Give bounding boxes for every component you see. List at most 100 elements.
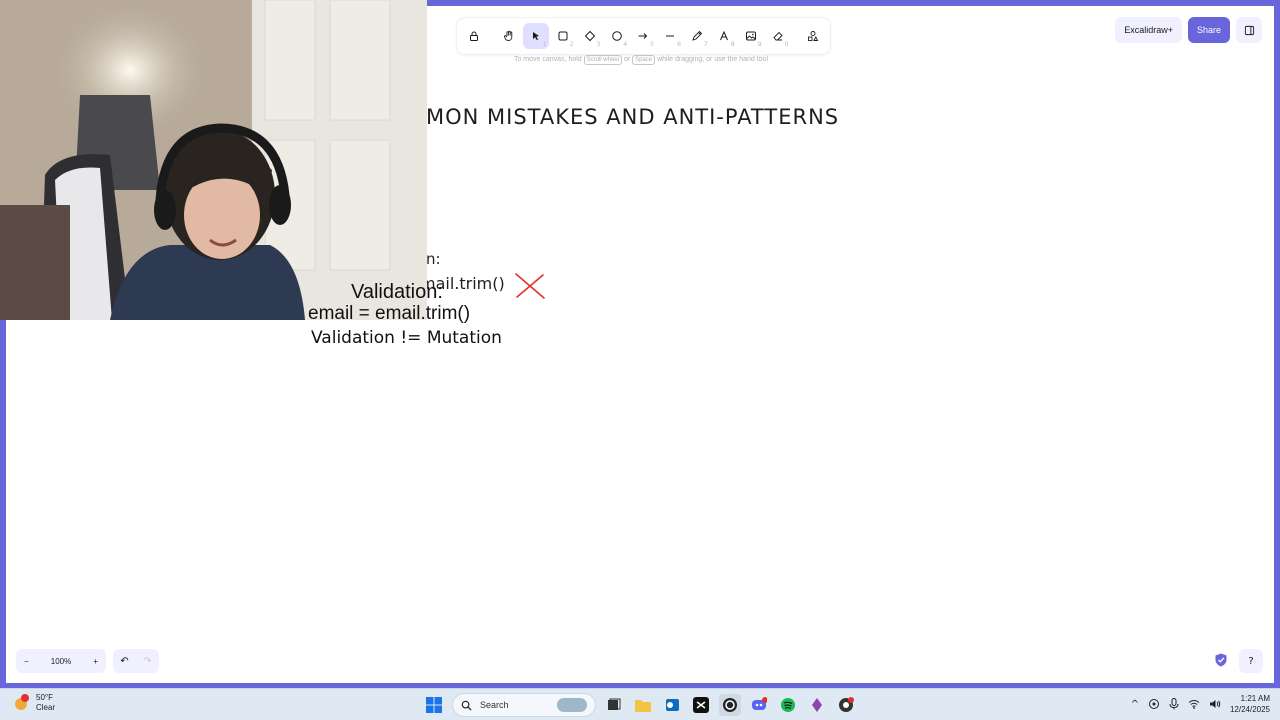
arrow-tool-button[interactable]: 5 bbox=[631, 23, 656, 49]
line-icon bbox=[666, 35, 675, 37]
zoom-in-button[interactable]: + bbox=[93, 657, 98, 666]
windows-taskbar: 50°F Clear Search ^ 1:21 AM 12/24/2025 bbox=[0, 688, 1280, 720]
diamond-tool-button[interactable]: 3 bbox=[577, 23, 602, 49]
pencil-icon bbox=[692, 30, 703, 41]
system-clock[interactable]: 1:21 AM 12/24/2025 bbox=[1230, 693, 1270, 715]
tray-app-icon[interactable] bbox=[1148, 698, 1160, 710]
validation-rule-text[interactable]: Validation != Mutation bbox=[311, 328, 502, 348]
diamond-icon bbox=[584, 30, 595, 42]
validation-label[interactable]: Validation: bbox=[351, 281, 443, 304]
obs-icon bbox=[723, 698, 737, 712]
volume-icon[interactable] bbox=[1209, 698, 1221, 710]
shield-icon[interactable] bbox=[1213, 652, 1229, 668]
zoom-out-button[interactable]: − bbox=[24, 657, 29, 666]
extra-tools-button[interactable] bbox=[800, 23, 825, 49]
capcut-button[interactable] bbox=[690, 694, 712, 716]
eraser-tool-button[interactable]: 0 bbox=[765, 23, 790, 49]
lock-tool-button[interactable] bbox=[462, 23, 487, 49]
webcam-feed-image bbox=[0, 0, 427, 320]
clock-time: 1:21 AM bbox=[1240, 694, 1270, 703]
hint-key: Space bbox=[632, 55, 656, 65]
rectangle-tool-button[interactable]: 2 bbox=[550, 23, 575, 49]
spotify-icon bbox=[781, 698, 795, 712]
line-tool-button[interactable]: 6 bbox=[658, 23, 683, 49]
hint-text: while dragging, or use the hand tool bbox=[657, 56, 769, 63]
share-button[interactable]: Share bbox=[1187, 17, 1230, 43]
image-tool-button[interactable]: 9 bbox=[738, 23, 763, 49]
microphone-icon[interactable] bbox=[1169, 698, 1179, 710]
task-view-button[interactable] bbox=[603, 694, 625, 716]
ellipse-icon bbox=[611, 31, 622, 41]
tool-shortcut: 3 bbox=[596, 41, 601, 48]
search-icon bbox=[461, 700, 472, 711]
cross-mark-icon[interactable] bbox=[513, 272, 547, 300]
canvas-hint: To move canvas, hold Scroll wheel or Spa… bbox=[451, 55, 831, 65]
chrome-button[interactable] bbox=[835, 694, 857, 716]
search-label: Search bbox=[480, 700, 509, 710]
arrow-icon bbox=[638, 33, 648, 39]
pointer-icon bbox=[532, 32, 539, 41]
file-explorer-button[interactable] bbox=[632, 694, 654, 716]
tool-shortcut: 7 bbox=[704, 41, 708, 48]
chrome-icon bbox=[839, 697, 854, 712]
taskbar-apps: Search bbox=[423, 693, 857, 717]
eraser-icon bbox=[773, 31, 783, 41]
outlook-button[interactable] bbox=[661, 694, 683, 716]
weather-condition: Clear bbox=[36, 703, 56, 712]
draw-tool-button[interactable]: 7 bbox=[685, 23, 710, 49]
excalidraw-plus-button[interactable]: Excalidraw+ bbox=[1115, 17, 1182, 43]
webcam-overlay bbox=[0, 0, 427, 320]
zoom-level[interactable]: 100% bbox=[51, 657, 71, 666]
app-button[interactable] bbox=[806, 694, 828, 716]
undo-button[interactable]: ↶ bbox=[120, 656, 128, 667]
clock-date: 12/24/2025 bbox=[1229, 705, 1270, 714]
top-right-actions: Excalidraw+ Share bbox=[1115, 17, 1262, 43]
image-icon bbox=[745, 31, 756, 41]
hand-icon bbox=[504, 30, 513, 41]
hand-tool-button[interactable] bbox=[496, 23, 521, 49]
chevron-up-icon[interactable]: ^ bbox=[1131, 699, 1139, 710]
ellipse-tool-button[interactable]: 4 bbox=[604, 23, 629, 49]
tool-shortcut: 9 bbox=[757, 41, 762, 48]
library-button[interactable] bbox=[1236, 17, 1262, 43]
task-view-icon bbox=[608, 698, 621, 710]
shape-toolbar: 1 2 3 4 5 6 7 8 9 0 bbox=[457, 18, 830, 54]
rectangle-icon bbox=[558, 31, 568, 41]
hint-text: To move canvas, hold bbox=[513, 56, 582, 63]
shapes-icon bbox=[807, 31, 818, 41]
hint-text: or bbox=[623, 56, 631, 63]
drawing-fragment[interactable]: n: bbox=[426, 250, 441, 268]
crystal-icon bbox=[812, 698, 822, 712]
text-tool-button[interactable]: 8 bbox=[711, 23, 736, 49]
system-tray: ^ 1:21 AM 12/24/2025 bbox=[1131, 693, 1270, 715]
taskbar-search-input[interactable]: Search bbox=[452, 693, 596, 717]
weather-widget[interactable]: 50°F Clear bbox=[12, 693, 55, 713]
text-icon bbox=[720, 30, 729, 41]
search-highlight-image bbox=[557, 698, 587, 712]
tool-shortcut: 0 bbox=[784, 41, 789, 48]
tool-shortcut: 2 bbox=[569, 41, 574, 48]
drawing-title[interactable]: MON MISTAKES AND ANTI-PATTERNS bbox=[426, 105, 839, 129]
weather-temp: 50°F bbox=[36, 693, 53, 702]
windows-icon bbox=[426, 697, 442, 713]
capcut-icon bbox=[693, 697, 709, 713]
folder-icon bbox=[635, 700, 651, 712]
spotify-button[interactable] bbox=[777, 694, 799, 716]
discord-icon bbox=[752, 697, 767, 710]
tool-shortcut: 1 bbox=[542, 41, 547, 48]
selection-tool-button[interactable]: 1 bbox=[523, 23, 549, 49]
tool-shortcut: 8 bbox=[730, 41, 735, 48]
start-button[interactable] bbox=[423, 694, 445, 716]
help-button[interactable]: ? bbox=[1239, 649, 1263, 673]
wifi-icon[interactable] bbox=[1188, 698, 1200, 710]
zoom-controls: − 100% + bbox=[16, 649, 106, 673]
hint-key: Scroll wheel bbox=[583, 55, 622, 65]
obs-button[interactable] bbox=[719, 694, 741, 716]
undo-redo-controls: ↶ ↷ bbox=[113, 649, 159, 673]
email-trim-code[interactable]: email = email.trim() bbox=[308, 303, 470, 325]
weather-moon-icon bbox=[15, 694, 29, 710]
sidebar-icon bbox=[1244, 25, 1254, 35]
redo-button[interactable]: ↷ bbox=[143, 656, 151, 667]
discord-button[interactable] bbox=[748, 694, 770, 716]
tool-shortcut: 5 bbox=[650, 41, 655, 48]
